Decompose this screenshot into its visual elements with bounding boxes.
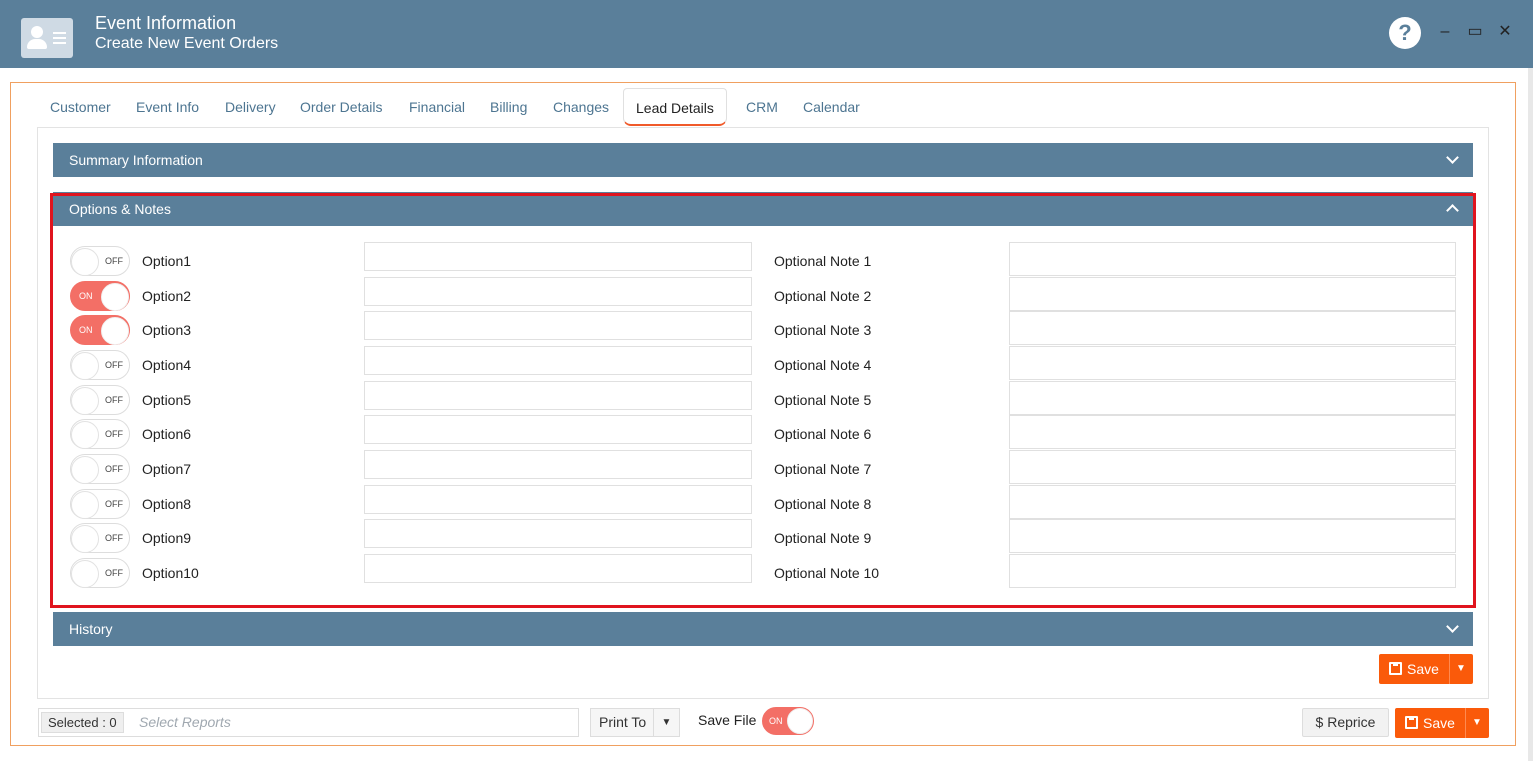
maximize-button[interactable]: ▭ — [1465, 22, 1485, 42]
select-reports-input[interactable]: Select Reports — [139, 709, 231, 736]
chevron-down-icon[interactable]: ▼ — [653, 709, 679, 736]
print-to-dropdown[interactable]: Print To ▼ — [590, 708, 680, 737]
close-button[interactable]: ✕ — [1495, 22, 1515, 42]
chevron-down-icon — [1448, 143, 1457, 177]
tab-customer[interactable]: Customer — [38, 88, 123, 126]
save-file-label: Save File — [698, 712, 757, 728]
history-panel-title: History — [69, 621, 113, 637]
report-selector[interactable]: Selected : 0 Select Reports — [38, 708, 579, 737]
minimize-button[interactable]: – — [1435, 22, 1455, 42]
tab-calendar[interactable]: Calendar — [791, 88, 872, 126]
window-titlebar: Event Information Create New Event Order… — [0, 0, 1533, 68]
scrollbar[interactable] — [1528, 68, 1533, 761]
chevron-down-icon[interactable]: ▼ — [1465, 708, 1489, 738]
panel-save-button[interactable]: Save ▼ — [1379, 654, 1473, 684]
options-highlight-box — [50, 193, 1476, 608]
history-panel-header[interactable]: History — [53, 612, 1473, 646]
window-subtitle: Create New Event Orders — [95, 35, 279, 52]
contact-card-icon — [21, 18, 73, 58]
window-title: Event Information — [95, 13, 237, 33]
save-file-toggle[interactable]: ON — [762, 707, 814, 735]
tab-crm[interactable]: CRM — [734, 88, 790, 126]
print-to-label: Print To — [599, 714, 647, 730]
footer-save-button[interactable]: Save ▼ — [1395, 708, 1489, 738]
help-icon[interactable]: ? — [1389, 17, 1421, 49]
selected-count: Selected : 0 — [41, 712, 124, 733]
chevron-down-icon — [1448, 612, 1457, 646]
tab-order-details[interactable]: Order Details — [288, 88, 394, 126]
save-button-label: Save — [1423, 715, 1455, 731]
tab-financial[interactable]: Financial — [397, 88, 477, 126]
chevron-down-icon[interactable]: ▼ — [1449, 654, 1473, 684]
reprice-button[interactable]: $ Reprice — [1302, 708, 1389, 737]
tab-billing[interactable]: Billing — [478, 88, 539, 126]
tab-lead-details[interactable]: Lead Details — [623, 88, 727, 126]
summary-panel-header[interactable]: Summary Information — [53, 143, 1473, 177]
tab-changes[interactable]: Changes — [541, 88, 621, 126]
tab-event-info[interactable]: Event Info — [124, 88, 211, 126]
summary-panel-title: Summary Information — [69, 152, 203, 168]
tab-delivery[interactable]: Delivery — [213, 88, 288, 126]
save-button-label: Save — [1407, 661, 1439, 677]
